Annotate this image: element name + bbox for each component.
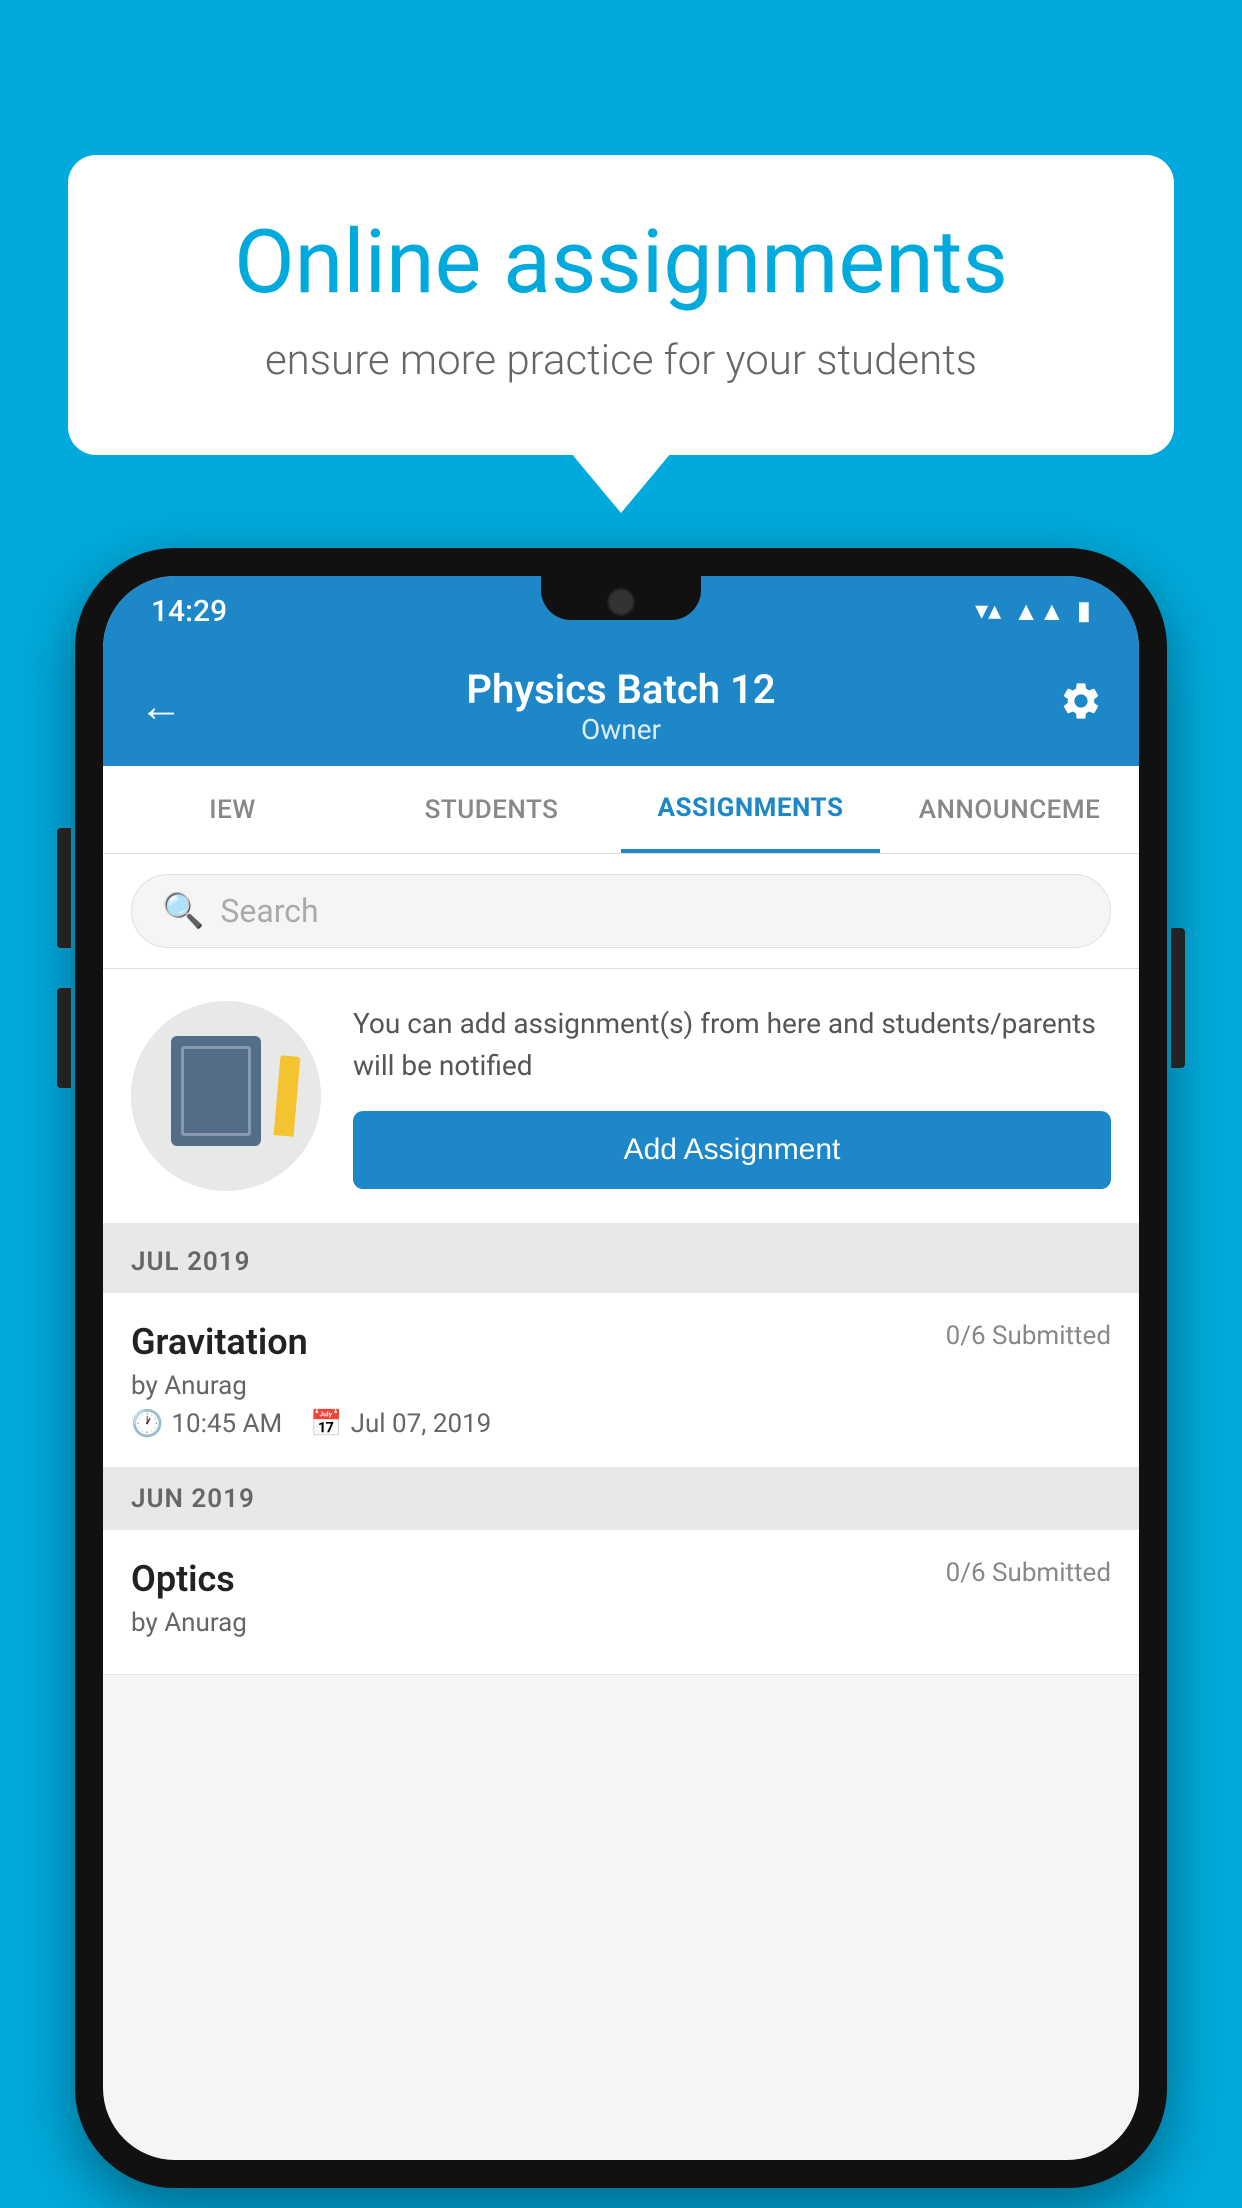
date-value: Jul 07, 2019 [351,1409,492,1439]
volume-button [57,988,71,1088]
tabs-bar: IEW STUDENTS ASSIGNMENTS ANNOUNCEME [103,766,1139,854]
assignment-submitted-gravitation: 0/6 Submitted [946,1321,1111,1351]
clock-icon: 🕐 [131,1409,163,1439]
pencil-icon [274,1055,301,1136]
signal-icon: ▲▲ [1013,596,1064,627]
settings-button[interactable] [1059,679,1103,734]
batch-title: Physics Batch 12 [466,666,775,713]
header-center: Physics Batch 12 Owner [466,666,775,746]
search-bar[interactable]: 🔍 Search [131,874,1111,948]
back-button[interactable]: ← [139,680,183,732]
camera [607,588,635,616]
promo-section: You can add assignment(s) from here and … [103,969,1139,1231]
tab-iew[interactable]: IEW [103,766,362,853]
search-icon: 🔍 [162,891,204,931]
add-assignment-button[interactable]: Add Assignment [353,1111,1111,1189]
assignment-gravitation[interactable]: Gravitation 0/6 Submitted by Anurag 🕐 10… [103,1293,1139,1468]
section-header-jun: JUN 2019 [103,1468,1139,1530]
assignment-submitted-optics: 0/6 Submitted [946,1558,1111,1588]
promo-content: You can add assignment(s) from here and … [353,1003,1111,1189]
tab-assignments[interactable]: ASSIGNMENTS [621,766,880,853]
speech-bubble-container: Online assignments ensure more practice … [68,155,1174,455]
assignment-meta-gravitation: 🕐 10:45 AM 📅 Jul 07, 2019 [131,1409,1111,1439]
speech-bubble: Online assignments ensure more practice … [68,155,1174,455]
time-value: 10:45 AM [171,1409,282,1439]
bubble-title: Online assignments [148,215,1094,312]
wifi-icon: ▾▴ [975,596,1001,626]
section-header-jul: JUL 2019 [103,1231,1139,1293]
assignment-by-gravitation: by Anurag [131,1371,1111,1401]
assignment-time: 🕐 10:45 AM [131,1409,282,1439]
assignment-name-gravitation: Gravitation [131,1321,308,1363]
assignment-date: 📅 Jul 07, 2019 [310,1409,491,1439]
search-placeholder: Search [220,892,318,930]
power-button [1171,928,1185,1068]
notebook-icon [171,1036,261,1146]
app-header: ← Physics Batch 12 Owner [103,646,1139,766]
search-container: 🔍 Search [103,854,1139,969]
tab-students[interactable]: STUDENTS [362,766,621,853]
bubble-subtitle: ensure more practice for your students [148,336,1094,385]
battery-icon: ▮ [1077,596,1091,626]
phone-frame: 14:29 ▾▴ ▲▲ ▮ ← Physics Batch 12 Owner [75,548,1167,2188]
tab-announcements[interactable]: ANNOUNCEME [880,766,1139,853]
phone-screen: 14:29 ▾▴ ▲▲ ▮ ← Physics Batch 12 Owner [103,576,1139,2160]
calendar-icon: 📅 [310,1409,342,1439]
header-subtitle: Owner [466,713,775,746]
status-time: 14:29 [151,594,227,629]
assignment-optics[interactable]: Optics 0/6 Submitted by Anurag [103,1530,1139,1675]
status-icons: ▾▴ ▲▲ ▮ [975,596,1091,627]
promo-icon-circle [131,1001,321,1191]
assignment-top-optics: Optics 0/6 Submitted [131,1558,1111,1600]
assignment-name-optics: Optics [131,1558,235,1600]
promo-description: You can add assignment(s) from here and … [353,1003,1111,1087]
assignment-by-optics: by Anurag [131,1608,1111,1638]
notch [541,576,701,620]
assignment-top: Gravitation 0/6 Submitted [131,1321,1111,1363]
